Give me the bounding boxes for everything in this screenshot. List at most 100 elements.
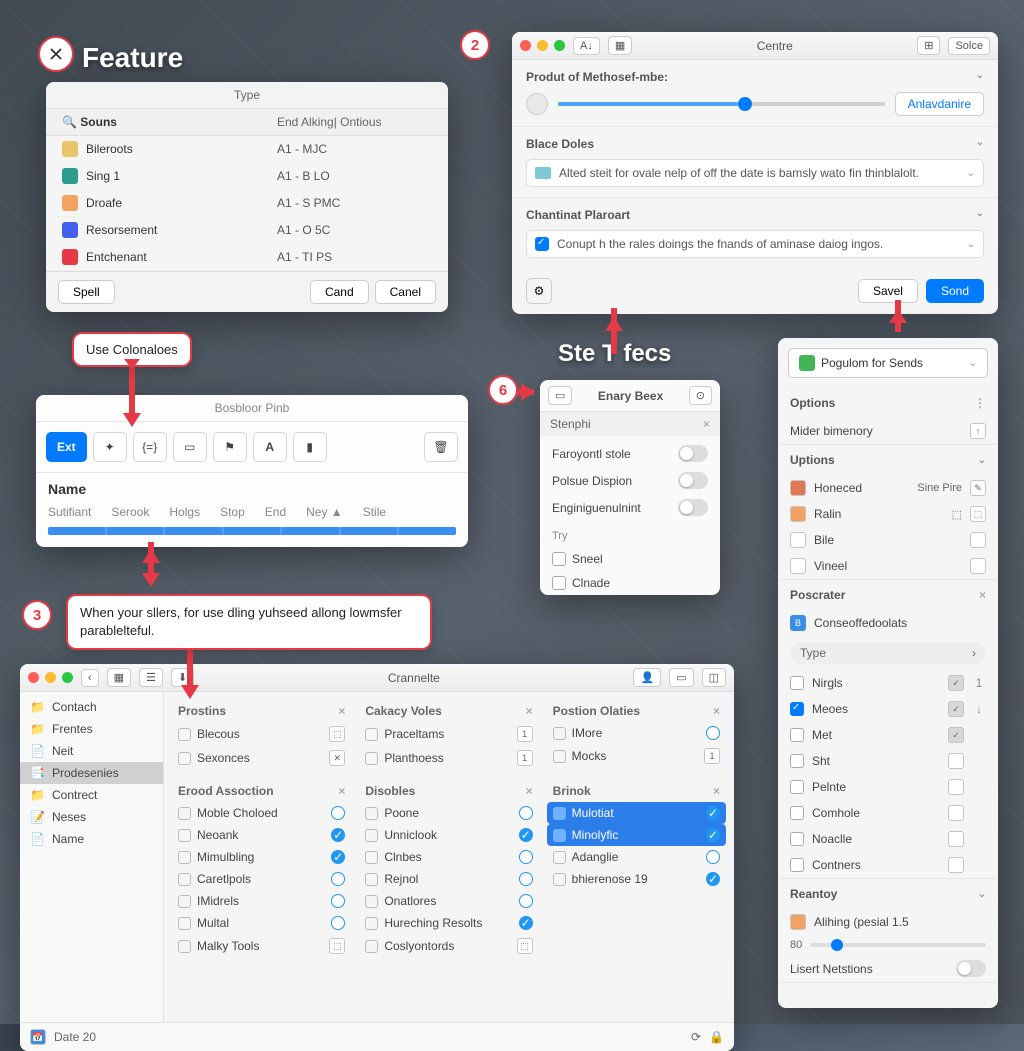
type-item[interactable]: Sht <box>778 748 998 774</box>
tool-trash-icon[interactable]: 🗑 <box>424 432 458 462</box>
table-row[interactable]: Moble Choloed <box>172 802 351 824</box>
chevron-down-icon[interactable]: ⌄ <box>976 137 984 151</box>
p6-back-icon[interactable]: ▭ <box>548 386 572 405</box>
type-item[interactable]: Noaclle <box>778 826 998 852</box>
tool-card-icon[interactable]: ▭ <box>173 432 207 462</box>
uption-row[interactable]: Vineel <box>778 553 998 579</box>
save-button[interactable]: Savel <box>858 279 918 303</box>
uption-row[interactable]: HonecedSine Pire✎ <box>778 475 998 501</box>
table-row[interactable]: Rejnol <box>359 868 538 890</box>
nav-back-icon[interactable]: ‹ <box>81 669 99 687</box>
table-row[interactable]: Hureching Resolts✓ <box>359 912 538 934</box>
col-header[interactable]: Holgs <box>169 505 200 519</box>
table-row[interactable]: Multal <box>172 912 351 934</box>
nav-user-icon[interactable]: 👤 <box>633 668 661 687</box>
spell-button[interactable]: Spell <box>58 280 115 304</box>
table-row[interactable]: Poone <box>359 802 538 824</box>
type-item[interactable]: Pelnte <box>778 774 998 800</box>
close-icon[interactable] <box>38 36 74 72</box>
col-end[interactable]: End Alking| Ontious <box>277 115 432 129</box>
table-row[interactable]: IMore <box>547 722 726 744</box>
canel-button[interactable]: Canel <box>375 280 436 304</box>
tool-brackets-icon[interactable]: {=} <box>133 432 167 462</box>
nav-layout-icon[interactable]: ▭ <box>669 668 693 687</box>
gear-icon[interactable]: ⚙ <box>526 278 552 304</box>
close-icon[interactable]: × <box>338 704 345 718</box>
try-item[interactable]: Clnade <box>540 571 720 595</box>
col-header[interactable]: Sutifiant <box>48 505 91 519</box>
col-souns[interactable]: 🔍 Souns <box>62 115 277 129</box>
tb-grid-icon[interactable]: ▦ <box>608 36 632 55</box>
table-row[interactable]: Mulotiat✓ <box>547 802 726 824</box>
table-row[interactable]: Adanglie <box>547 846 726 868</box>
sec3-checkbox[interactable] <box>535 237 549 251</box>
table-row[interactable]: Coslyontords⬚ <box>359 934 538 958</box>
close-icon[interactable]: × <box>713 704 720 718</box>
type-item[interactable]: Nirgls✓1 <box>778 670 998 696</box>
table-row[interactable]: Blecous⬚ <box>172 722 351 746</box>
table-row[interactable]: Sexonces✕ <box>172 746 351 770</box>
table-row[interactable]: Praceltams1 <box>359 722 538 746</box>
tb-solce-button[interactable]: Solce <box>948 37 990 55</box>
traffic-lights[interactable] <box>520 40 565 51</box>
table-row[interactable]: IMidrels <box>172 890 351 912</box>
close-icon[interactable]: × <box>526 784 533 798</box>
close-icon[interactable]: × <box>713 784 720 798</box>
p6-search-icon[interactable]: ⊙ <box>689 386 712 405</box>
chevron-down-icon[interactable]: ⌄ <box>967 239 975 250</box>
toggle[interactable] <box>678 445 708 462</box>
lisert-toggle[interactable] <box>956 960 986 977</box>
try-item[interactable]: Sneel <box>540 547 720 571</box>
uption-row[interactable]: Ralin⬚⬚ <box>778 501 998 527</box>
sidebar-item[interactable]: 📁Contrect <box>20 784 163 806</box>
options-menu-icon[interactable]: ⋮ <box>974 396 986 410</box>
toggle[interactable] <box>678 472 708 489</box>
table-row[interactable]: Minolyfic✓ <box>547 824 726 846</box>
table-row[interactable]: Mimulbling✓ <box>172 846 351 868</box>
type-item[interactable]: Meoes✓↓ <box>778 696 998 722</box>
nav-grid-icon[interactable]: ▦ <box>107 668 131 687</box>
tool-column-icon[interactable]: ▮ <box>293 432 327 462</box>
tool-font-icon[interactable]: A <box>253 432 287 462</box>
sends-dropdown[interactable]: Pogulom for Sends⌄ <box>788 348 988 378</box>
uption-row[interactable]: Bile <box>778 527 998 553</box>
chevron-down-icon[interactable]: ⌄ <box>978 889 986 900</box>
col-header[interactable]: End <box>265 505 286 519</box>
reantoy-slider[interactable] <box>810 943 986 947</box>
method-slider[interactable] <box>558 102 885 106</box>
chevron-down-icon[interactable]: ⌄ <box>978 455 986 466</box>
col-header[interactable]: Serook <box>111 505 149 519</box>
sidebar-item[interactable]: 📁Frentes <box>20 718 163 740</box>
refresh-icon[interactable]: ⟳ <box>691 1030 701 1044</box>
tool-sparkle-icon[interactable]: ✦ <box>93 432 127 462</box>
arrow-up-icon[interactable]: ↑ <box>970 423 986 439</box>
sidebar-item[interactable]: 📝Neses <box>20 806 163 828</box>
sidebar-item[interactable]: 📁Contach <box>20 696 163 718</box>
progress-bar[interactable] <box>48 527 456 535</box>
anlav-button[interactable]: Anlavdanire <box>895 92 984 116</box>
table-row[interactable]: Caretlpols <box>172 868 351 890</box>
type-item[interactable]: Contners <box>778 852 998 878</box>
toggle[interactable] <box>678 499 708 516</box>
traffic-lights[interactable] <box>28 672 73 683</box>
table-row[interactable]: Planthoess1 <box>359 746 538 770</box>
list-item[interactable]: EntchenantA1 - TI PS <box>46 244 448 271</box>
table-row[interactable]: Mocks1 <box>547 744 726 768</box>
col-header[interactable]: Stile <box>363 505 386 519</box>
table-row[interactable]: bhierenose 19✓ <box>547 868 726 890</box>
table-row[interactable]: Onatlores <box>359 890 538 912</box>
tb-layout-icon[interactable]: ⊞ <box>917 36 940 55</box>
nav-list-icon[interactable]: ☰ <box>139 668 163 687</box>
table-row[interactable]: Clnbes <box>359 846 538 868</box>
close-icon[interactable]: × <box>338 784 345 798</box>
col-header[interactable]: Stop <box>220 505 245 519</box>
col-header[interactable]: Ney ▲ <box>306 505 343 519</box>
sidebar-item[interactable]: 📑Prodesenies <box>20 762 163 784</box>
type-item[interactable]: Met✓ <box>778 722 998 748</box>
nav-panels-icon[interactable]: ◫ <box>702 668 726 687</box>
lock-icon[interactable]: 🔒 <box>709 1030 724 1044</box>
sidebar-item[interactable]: 📄Neit <box>20 740 163 762</box>
list-item[interactable]: DroafeA1 - S PMC <box>46 190 448 217</box>
list-item[interactable]: BilerootsA1 - MJC <box>46 136 448 163</box>
list-item[interactable]: Sing 1A1 - B LO <box>46 163 448 190</box>
